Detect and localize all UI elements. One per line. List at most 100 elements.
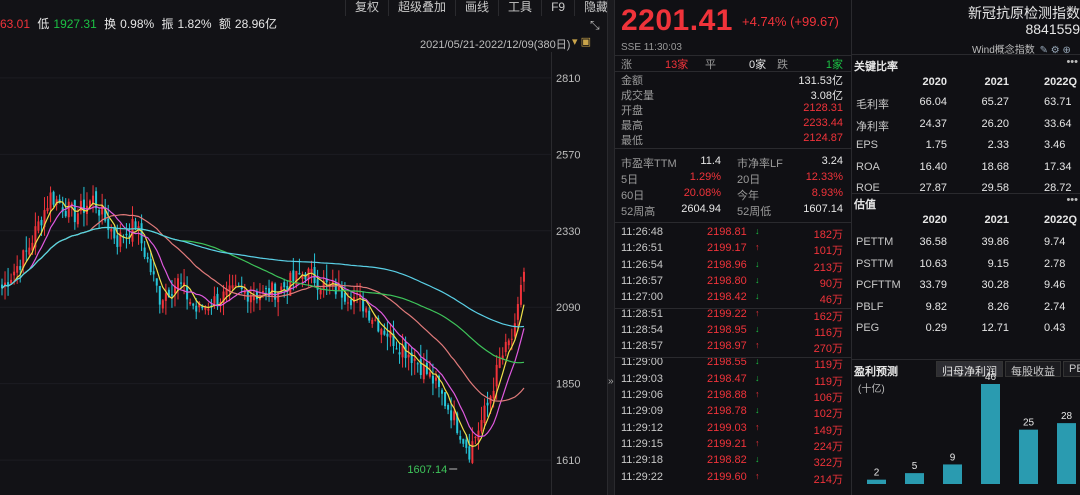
expand-icon[interactable]: ⤡ <box>590 18 600 33</box>
ratio-2020: 0.29 <box>925 322 947 334</box>
pair-label-2: 52周低 <box>737 206 772 218</box>
pair-value-2: 1607.14 <box>803 203 843 215</box>
tick-volume: 101万 <box>813 245 843 258</box>
adjust-button[interactable]: 复权 <box>345 0 388 16</box>
tick-volume: 162万 <box>813 310 843 323</box>
candle-body <box>395 348 398 350</box>
quote-pair-row: 市盈率TTM 11.4 市净率LF 3.24 <box>621 155 847 170</box>
tick-row: 11:29:22 2199.60 ↑ 214万 <box>621 471 847 486</box>
quote-row-label: 最低 <box>621 135 643 147</box>
tick-time: 11:26:51 <box>621 242 664 255</box>
forecast-bar <box>981 384 1000 484</box>
f9-button[interactable]: F9 <box>541 0 574 16</box>
candle-body <box>459 436 462 440</box>
tick-price: 2198.96 <box>707 258 747 271</box>
more-icon[interactable]: ••• <box>1066 56 1078 68</box>
quote-pair-row: 52周高 2604.94 52周低 1607.14 <box>621 203 847 218</box>
candle-body <box>346 302 349 304</box>
candle-body <box>249 296 252 303</box>
candle-body <box>180 282 183 284</box>
forecast-bar-label: 28 <box>1061 411 1073 422</box>
quote-row-label: 金额 <box>621 75 643 87</box>
candle-body <box>444 392 447 407</box>
ratio-name: EPS <box>856 139 879 151</box>
low-value: 1927.31 <box>53 17 97 31</box>
quote-row-value: 2233.44 <box>803 117 843 129</box>
candle-body <box>380 329 383 335</box>
candle-body <box>207 308 210 311</box>
tick-row: 11:29:18 2198.82 ↓ 322万 <box>621 454 847 469</box>
tick-volume: 119万 <box>814 375 843 388</box>
candle-body <box>465 439 468 448</box>
tick-price: 2198.88 <box>707 389 747 401</box>
ratio-name: PBLF <box>856 300 884 313</box>
tick-arrow-icon: ↑ <box>755 437 760 448</box>
candle-body <box>195 305 198 312</box>
divider <box>615 357 852 358</box>
tools-button[interactable]: 工具 <box>498 0 541 16</box>
panel-collapse-bar[interactable]: » <box>607 0 615 495</box>
candle-body <box>471 441 474 463</box>
tick-arrow-icon: ↑ <box>755 242 760 253</box>
tick-time: 11:29:18 <box>621 454 664 467</box>
tick-arrow-icon: ↑ <box>755 307 760 318</box>
candle-body <box>468 446 471 460</box>
key-ratios-title: 关键比率 <box>854 61 898 73</box>
candle-body <box>428 372 431 377</box>
pair-value-1: 20.08% <box>683 187 721 199</box>
tick-price: 2198.78 <box>707 405 747 418</box>
candle-body <box>368 310 371 321</box>
tick-volume: 149万 <box>813 424 843 437</box>
more-icon[interactable]: ••• <box>1066 194 1078 206</box>
ratio-name: 净利率 <box>856 120 889 133</box>
tick-volume: 224万 <box>813 440 843 453</box>
ratio-row: EPS 1.75 2.33 3.46 <box>852 139 1080 155</box>
col-2020: 2020 <box>922 214 947 226</box>
candle-body <box>349 299 352 306</box>
exchange-code: SSE <box>621 42 642 53</box>
candle-body <box>422 364 425 380</box>
tick-price: 2198.55 <box>707 356 747 369</box>
candle-body <box>28 247 31 255</box>
chart-toolbar: 复权 超级叠加 画线 工具 F9 隐藏 <box>345 0 617 16</box>
tick-row: 11:29:03 2198.47 ↓ 119万 <box>621 373 847 388</box>
tick-time: 11:29:00 <box>621 356 664 369</box>
candle-body <box>365 308 368 313</box>
up-label: 涨 <box>621 59 632 71</box>
tick-volume: 213万 <box>813 261 843 274</box>
date-range-label[interactable]: 2021/05/21-2022/12/09(380日) <box>420 36 570 52</box>
candle-body <box>462 438 465 444</box>
col-2021: 2021 <box>984 214 1009 226</box>
candle-body <box>140 223 143 244</box>
candle-body <box>213 296 216 304</box>
candle-body <box>447 404 450 410</box>
candle-body <box>146 257 149 260</box>
price-axis-tick: 2330 <box>556 226 580 238</box>
pair-label-2: 20日 <box>737 174 761 186</box>
candle-body <box>510 338 513 340</box>
ratio-row: ROE 27.87 29.58 28.72 <box>852 182 1080 198</box>
collapse-arrow-icon[interactable]: » <box>608 376 614 387</box>
candle-body <box>498 358 501 368</box>
candle-body <box>474 436 477 439</box>
tick-row: 11:26:51 2199.17 ↑ 101万 <box>621 242 847 257</box>
candle-body <box>125 233 128 236</box>
draw-line-button[interactable]: 画线 <box>455 0 498 16</box>
forecast-bar <box>943 464 962 484</box>
candle-body <box>40 219 43 226</box>
tick-time: 11:28:51 <box>621 307 664 320</box>
pair-value-1: 11.4 <box>700 155 721 167</box>
tick-row: 11:28:57 2198.97 ↑ 270万 <box>621 340 847 355</box>
kline-chart-panel[interactable]: 63.01 低 1927.31 换 0.98% 振 1.82% 额 28.96亿 复权 … <box>0 0 608 495</box>
ratio-2022q: 3.46 <box>1044 139 1066 151</box>
low-price-marker: 1607.14 <box>407 464 447 476</box>
tick-row: 11:29:00 2198.55 ↓ 119万 <box>621 356 847 371</box>
amount-label: 额 <box>218 17 231 31</box>
lock-icon[interactable]: ▾ ▣ <box>572 35 591 48</box>
kline-svg[interactable]: 2810 2570 2330 2090 1850 1610 1607.14 <box>0 52 607 495</box>
super-overlay-button[interactable]: 超级叠加 <box>388 0 455 16</box>
pair-value-2: 12.33% <box>805 171 843 183</box>
moving-average-line <box>1 226 525 328</box>
divider <box>615 308 852 309</box>
pair-label-1: 60日 <box>621 190 645 202</box>
